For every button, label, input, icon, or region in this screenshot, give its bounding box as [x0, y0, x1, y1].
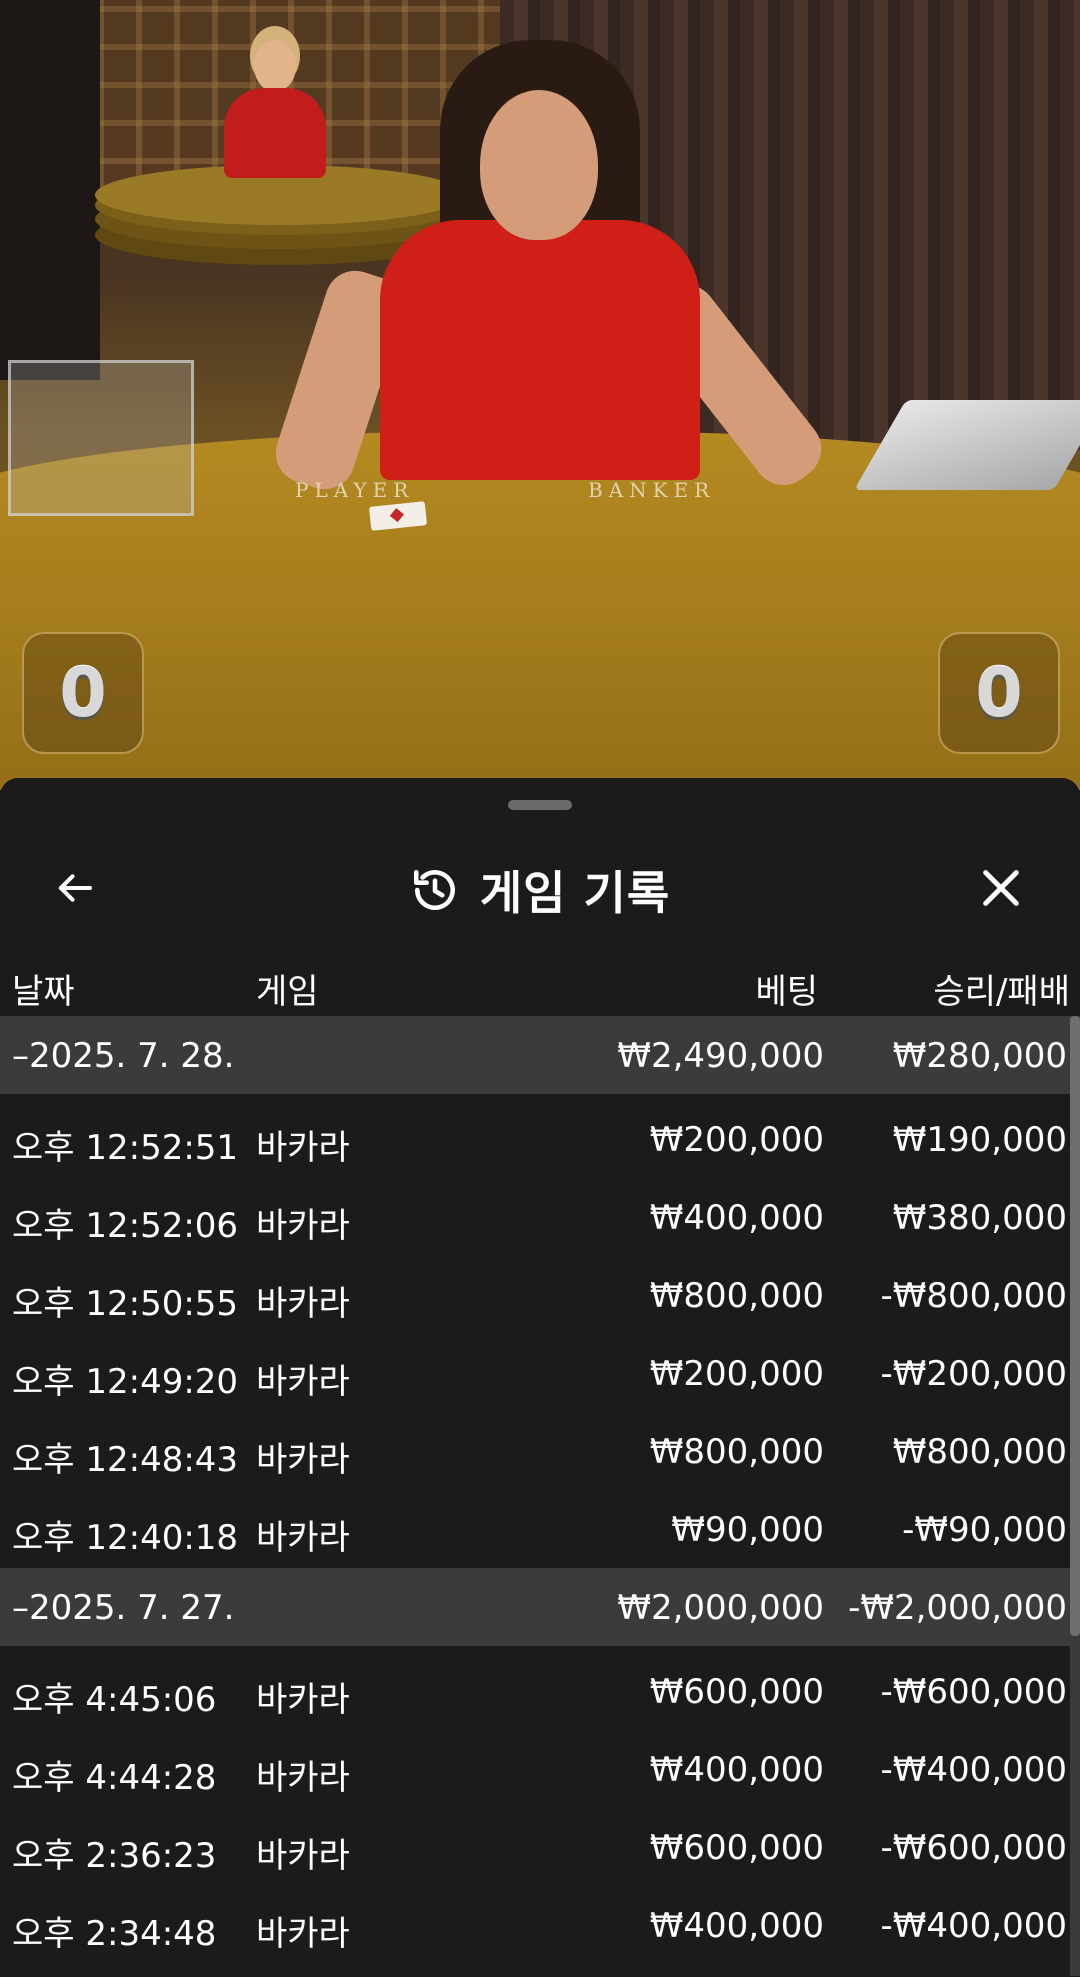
group-date: –2025. 7. 27. — [12, 1588, 235, 1628]
row-game: 바카라 — [256, 1206, 350, 1246]
row-time: 오후 12:52:06 — [12, 1206, 239, 1246]
row-bet: ₩400,000 — [649, 1198, 824, 1238]
table-label-banker: BANKER — [588, 478, 716, 502]
row-result: -₩800,000 — [880, 1276, 1068, 1316]
row-bet: ₩600,000 — [649, 1828, 824, 1868]
date-group-row[interactable]: –2025. 7. 27. ₩2,000,000 -₩2,000,000 — [0, 1568, 1072, 1646]
history-row[interactable]: 오후 12:40:18 바카라 ₩90,000 -₩90,000 — [0, 1490, 1072, 1568]
row-time: 오후 2:36:23 — [12, 1836, 217, 1876]
row-bet: ₩800,000 — [649, 1276, 824, 1316]
date-group-row[interactable]: –2025. 7. 28. ₩2,490,000 ₩280,000 — [0, 1016, 1072, 1094]
background-dealer-head — [254, 40, 296, 92]
group-bet-total: ₩2,490,000 — [617, 1036, 824, 1076]
row-time: 오후 12:50:55 — [12, 1284, 239, 1324]
sheet-drag-handle[interactable] — [508, 800, 572, 810]
row-game: 바카라 — [256, 1440, 350, 1480]
history-row[interactable]: 오후 12:52:51 바카라 ₩200,000 ₩190,000 — [0, 1100, 1072, 1178]
arrow-left-icon — [52, 868, 98, 912]
row-time: 오후 4:44:28 — [12, 1758, 217, 1798]
column-header-game: 게임 — [256, 972, 319, 1012]
row-game: 바카라 — [256, 1914, 350, 1954]
close-button[interactable] — [966, 858, 1036, 922]
row-game: 바카라 — [256, 1284, 350, 1324]
history-row[interactable]: 오후 12:50:55 바카라 ₩800,000 -₩800,000 — [0, 1256, 1072, 1334]
row-bet: ₩90,000 — [671, 1510, 824, 1550]
sheet-header: 게임 기록 — [0, 830, 1080, 950]
row-bet: ₩800,000 — [649, 1432, 824, 1472]
row-result: -₩200,000 — [880, 1354, 1068, 1394]
row-bet: ₩600,000 — [649, 1672, 824, 1712]
row-result: -₩90,000 — [902, 1510, 1067, 1550]
row-result: -₩400,000 — [880, 1906, 1068, 1946]
dealer-face — [480, 90, 598, 240]
column-header-date: 날짜 — [12, 972, 75, 1012]
group-result-total: -₩2,000,000 — [848, 1588, 1067, 1628]
history-scrollbar[interactable] — [1070, 1016, 1080, 1976]
back-button[interactable] — [40, 858, 110, 922]
row-time: 오후 12:49:20 — [12, 1362, 239, 1402]
row-game: 바카라 — [256, 1362, 350, 1402]
row-bet: ₩200,000 — [649, 1120, 824, 1160]
side-person-silhouette — [0, 0, 100, 380]
scrollbar-thumb[interactable] — [1070, 1016, 1080, 1636]
history-row[interactable]: 오후 12:49:20 바카라 ₩200,000 -₩200,000 — [0, 1334, 1072, 1412]
group-bet-total: ₩2,000,000 — [617, 1588, 824, 1628]
row-bet: ₩400,000 — [649, 1906, 824, 1946]
row-time: 오후 12:48:43 — [12, 1440, 239, 1480]
row-bet: ₩200,000 — [649, 1354, 824, 1394]
column-header-result: 승리/패배 — [933, 972, 1070, 1012]
live-video-feed: PLAYER BANKER 0 0 — [0, 0, 1080, 790]
table-header: 날짜 게임 베팅 승리/패배 — [0, 950, 1080, 1020]
row-game: 바카라 — [256, 1128, 350, 1168]
dealer-torso — [380, 220, 700, 480]
history-row[interactable]: 오후 4:45:06 바카라 ₩600,000 -₩600,000 — [0, 1652, 1072, 1730]
discard-tray — [8, 360, 194, 516]
table-label-player: PLAYER — [295, 478, 415, 502]
row-game: 바카라 — [256, 1758, 350, 1798]
row-result: ₩190,000 — [892, 1120, 1067, 1160]
group-result-total: ₩280,000 — [892, 1036, 1067, 1076]
banker-score: 0 — [938, 632, 1060, 754]
row-time: 오후 4:45:06 — [12, 1680, 217, 1720]
history-row[interactable]: 오후 4:44:28 바카라 ₩400,000 -₩400,000 — [0, 1730, 1072, 1808]
row-result: -₩600,000 — [880, 1828, 1068, 1868]
close-icon — [978, 865, 1024, 915]
history-icon — [410, 865, 460, 915]
row-result: ₩380,000 — [892, 1198, 1067, 1238]
row-time: 오후 12:40:18 — [12, 1518, 239, 1558]
player-score: 0 — [22, 632, 144, 754]
row-game: 바카라 — [256, 1518, 350, 1558]
row-result: ₩800,000 — [892, 1432, 1067, 1472]
row-bet: ₩400,000 — [649, 1750, 824, 1790]
history-row[interactable]: 오후 12:52:06 바카라 ₩400,000 ₩380,000 — [0, 1178, 1072, 1256]
row-game: 바카라 — [256, 1836, 350, 1876]
row-time: 오후 2:34:48 — [12, 1914, 217, 1954]
app-root: PLAYER BANKER 0 0 게임 기록 날짜 게임 베팅 승리/패배 –… — [0, 0, 1080, 1977]
dealer — [267, 30, 834, 510]
group-date: –2025. 7. 28. — [12, 1036, 235, 1076]
history-list: –2025. 7. 28. ₩2,490,000 ₩280,000 오후 12:… — [0, 1016, 1072, 1964]
game-history-sheet: 게임 기록 날짜 게임 베팅 승리/패배 –2025. 7. 28. ₩2,49… — [0, 778, 1080, 1977]
history-row[interactable]: 오후 2:34:48 바카라 ₩400,000 -₩400,000 — [0, 1886, 1072, 1964]
sheet-title: 게임 기록 — [0, 830, 1080, 950]
row-time: 오후 12:52:51 — [12, 1128, 239, 1168]
column-header-bet: 베팅 — [755, 972, 818, 1012]
history-row[interactable]: 오후 12:48:43 바카라 ₩800,000 ₩800,000 — [0, 1412, 1072, 1490]
row-result: -₩400,000 — [880, 1750, 1068, 1790]
history-row[interactable]: 오후 2:36:23 바카라 ₩600,000 -₩600,000 — [0, 1808, 1072, 1886]
row-result: -₩600,000 — [880, 1672, 1068, 1712]
row-game: 바카라 — [256, 1680, 350, 1720]
sheet-title-text: 게임 기록 — [479, 866, 671, 920]
